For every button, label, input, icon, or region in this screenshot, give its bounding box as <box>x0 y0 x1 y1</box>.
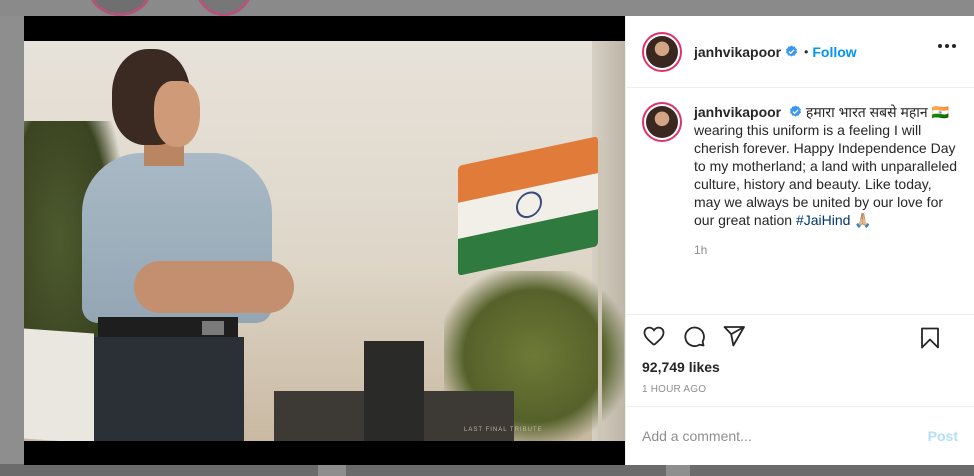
posted-time[interactable]: 1 HOUR AGO <box>626 377 974 407</box>
comment-button[interactable] <box>680 322 708 350</box>
memorial-block <box>364 341 424 441</box>
follow-button[interactable]: Follow <box>812 44 856 60</box>
background-thumbnail <box>690 464 974 476</box>
post-photo[interactable]: LAST FINAL TRIBUTE <box>24 16 625 465</box>
verified-badge-icon <box>786 45 798 57</box>
add-comment-form: Add a comment... Post <box>626 407 974 465</box>
indian-flag <box>458 136 598 276</box>
save-button[interactable] <box>916 324 944 352</box>
comment-icon <box>684 326 705 347</box>
post-modal: LAST FINAL TRIBUTE janhvikapoor • Follow <box>24 16 974 465</box>
officer-arms <box>134 261 294 313</box>
avatar[interactable] <box>642 31 682 72</box>
bookmark-icon <box>921 327 939 349</box>
officer-face <box>154 81 200 147</box>
officer-trousers <box>94 337 244 441</box>
caption-area: janhvikapoor हमारा भारत सबसे महान 🇮🇳wear… <box>626 88 974 315</box>
plaque <box>24 328 94 441</box>
caption-username[interactable]: janhvikapoor <box>694 104 781 120</box>
like-button[interactable] <box>640 322 668 350</box>
share-button[interactable] <box>720 322 748 350</box>
heart-icon <box>643 326 665 346</box>
caption-avatar[interactable] <box>642 102 682 142</box>
plaque-text: LAST FINAL TRIBUTE <box>464 427 543 433</box>
hashtag-link[interactable]: #JaiHind <box>796 212 850 228</box>
flagpole <box>598 141 602 441</box>
background-thumbnail <box>346 464 666 476</box>
comment-time[interactable]: 1h <box>694 243 958 257</box>
separator-dot: • <box>804 44 809 59</box>
post-header: janhvikapoor • Follow <box>626 16 974 88</box>
share-icon <box>723 326 745 347</box>
comment-input[interactable]: Add a comment... <box>642 428 752 444</box>
flag-emoji: 🇮🇳 <box>931 104 950 120</box>
post-caption: janhvikapoor हमारा भारत सबसे महान 🇮🇳wear… <box>694 103 958 229</box>
verified-badge-icon <box>790 105 802 117</box>
username-link[interactable]: janhvikapoor <box>694 44 781 60</box>
photo-scene: LAST FINAL TRIBUTE <box>24 41 625 441</box>
folded-hands-emoji: 🙏🏼 <box>854 212 872 228</box>
post-side-panel: janhvikapoor • Follow janhvikapoor हमारा… <box>625 16 974 465</box>
caption-hindi: हमारा भारत सबसे महान <box>805 104 928 120</box>
post-comment-button[interactable]: Post <box>928 428 958 444</box>
action-bar <box>626 315 974 357</box>
background-thumbnail <box>0 464 318 476</box>
belt-buckle <box>202 321 224 335</box>
more-options-icon[interactable] <box>938 44 956 50</box>
likes-count[interactable]: 92,749 likes <box>626 357 974 377</box>
